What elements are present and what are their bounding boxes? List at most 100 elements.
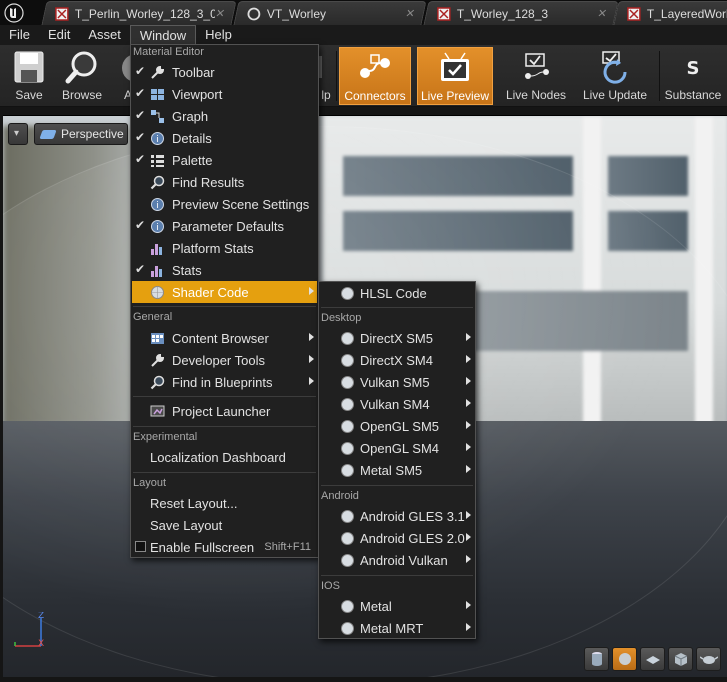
section-ios: IOS [321,580,340,592]
connectors-icon [360,54,390,78]
menu-item-metal-sm5[interactable]: Metal SM5 [320,459,474,481]
submenu-arrow-icon [466,533,471,541]
menu-item-directx-sm4[interactable]: DirectX SM4 [320,349,474,371]
menu-item-shortcut: Shift+F11 [264,541,311,553]
tab-perlin-worley[interactable]: T_Perlin_Worley_128_3_00 ✕ [41,1,237,25]
preview-custom-mesh-button[interactable] [696,647,721,671]
submenu-arrow-icon [466,511,471,519]
menu-item-developer-tools[interactable]: Developer Tools [132,349,317,371]
menu-item-graph[interactable]: ✔ Graph [132,105,317,127]
live-update-button[interactable]: Live Update [576,47,654,105]
tab-vt-worley[interactable]: VT_Worley ✕ [233,1,427,25]
preview-cylinder-button[interactable] [584,647,609,671]
menu-item-details[interactable]: ✔ i Details [132,127,317,149]
menu-item-enable-fullscreen[interactable]: Enable Fullscreen Shift+F11 [132,536,317,558]
stats-icon [151,266,162,277]
sphere-icon [341,510,354,523]
unreal-logo-icon[interactable] [4,3,24,23]
menu-help[interactable]: Help [196,25,241,45]
tab-layered-worley[interactable]: T_LayeredWorl [613,1,727,25]
substance-button[interactable]: S Substance [662,47,724,105]
menu-item-shader-code[interactable]: Shader Code [132,281,317,303]
menu-file[interactable]: File [0,25,39,45]
menu-item-android-gles-20[interactable]: Android GLES 2.0 [320,527,474,549]
tab-label: VT_Worley [266,6,327,21]
fullscreen-checkbox[interactable] [135,541,146,552]
help-button[interactable]: lp [316,47,336,105]
menu-item-label: OpenGL SM4 [360,440,440,456]
sphere-icon [151,286,164,299]
sphere-icon [341,622,354,635]
menu-item-label: Localization Dashboard [150,449,286,465]
save-button[interactable]: Save [4,47,54,105]
menu-item-viewport[interactable]: ✔ Viewport [132,83,317,105]
menu-item-android-vulkan[interactable]: Android Vulkan [320,549,474,571]
menu-item-toolbar[interactable]: ✔ Toolbar [132,61,317,83]
menu-separator [321,307,473,308]
substance-icon: S [687,58,700,79]
check-icon: ✔ [135,152,146,166]
menu-edit[interactable]: Edit [39,25,79,45]
submenu-arrow-icon [309,355,314,363]
menu-item-save-layout[interactable]: Save Layout [132,514,317,536]
menu-item-parameter-defaults[interactable]: ✔ i Parameter Defaults [132,215,317,237]
cube-icon [674,653,687,666]
menu-separator [133,472,316,473]
preview-sphere-button[interactable] [612,647,637,671]
connectors-label: Connectors [344,89,406,103]
menu-item-vulkan-sm5[interactable]: Vulkan SM5 [320,371,474,393]
sphere-icon [341,332,354,345]
menu-item-opengl-sm4[interactable]: OpenGL SM4 [320,437,474,459]
sphere-icon [341,398,354,411]
live-preview-button[interactable]: Live Preview [417,47,493,105]
help-icon [316,56,322,78]
menu-item-palette[interactable]: ✔ Palette [132,149,317,171]
menu-window[interactable]: Window [129,25,197,45]
menu-item-opengl-sm5[interactable]: OpenGL SM5 [320,415,474,437]
apply-button[interactable]: A [112,47,132,105]
sphere-icon [341,554,354,567]
axis-x-label: X [38,639,44,649]
menu-item-find-results[interactable]: Find Results [132,171,317,193]
menu-item-content-browser[interactable]: Content Browser [132,327,317,349]
menu-item-metal[interactable]: Metal [320,595,474,617]
browse-label: Browse [61,88,102,102]
svg-text:S: S [687,58,700,79]
menu-item-localization-dashboard[interactable]: Localization Dashboard [132,446,317,468]
sphere-icon [341,354,354,367]
menu-item-stats[interactable]: ✔ Stats [132,259,317,281]
menu-item-project-launcher[interactable]: Project Launcher [132,400,317,422]
browse-button[interactable]: Browse [56,47,108,105]
menu-bar: File Edit Asset Window Help [0,25,727,45]
menu-item-directx-sm5[interactable]: DirectX SM5 [320,327,474,349]
tab-worley-128[interactable]: T_Worley_128_3 ✕ [423,1,619,25]
live-nodes-button[interactable]: Live Nodes [500,47,572,105]
menu-asset[interactable]: Asset [79,25,130,45]
menu-item-reset-layout[interactable]: Reset Layout... [132,492,317,514]
submenu-arrow-icon [309,377,314,385]
connectors-button[interactable]: Connectors [339,47,411,105]
axis-gizmo-icon: Z X [14,612,44,649]
menu-item-find-in-blueprints[interactable]: Find in Blueprints [132,371,317,393]
menu-item-preview-scene-settings[interactable]: i Preview Scene Settings [132,193,317,215]
menu-item-hlsl-code[interactable]: HLSL Code [320,282,474,304]
sphere-icon [341,532,354,545]
help-label: lp [321,88,331,102]
viewport-options-button[interactable]: ▾ [8,123,28,145]
menu-item-metal-mrt[interactable]: Metal MRT [320,617,474,639]
preview-plane-button[interactable] [640,647,665,671]
menu-separator [133,426,316,427]
menu-item-vulkan-sm4[interactable]: Vulkan SM4 [320,393,474,415]
material-icon [627,6,641,21]
perspective-button[interactable]: Perspective [34,123,128,145]
menu-item-label: Android Vulkan [360,552,448,568]
document-tab-bar: T_Perlin_Worley_128_3_00 ✕ VT_Worley ✕ T… [0,0,727,25]
submenu-arrow-icon [466,399,471,407]
preview-cube-button[interactable] [668,647,693,671]
section-general: General [133,311,173,323]
submenu-arrow-icon [466,377,471,385]
section-android: Android [321,490,359,502]
menu-item-platform-stats[interactable]: Platform Stats [132,237,317,259]
menu-item-android-gles-31[interactable]: Android GLES 3.1 [320,505,474,527]
toolbar: Save Browse A lp Connectors Live Preview… [0,45,727,107]
